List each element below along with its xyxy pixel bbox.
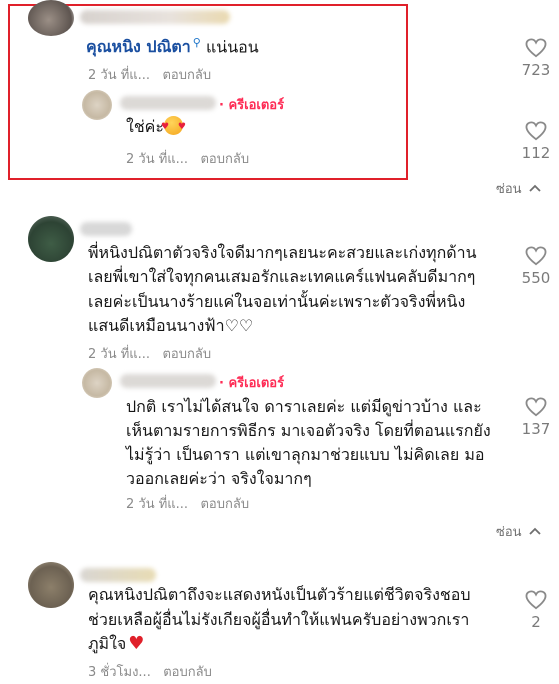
reply-meta: 2 วัน ที่แ... ตอบกลับ (126, 148, 249, 169)
username-blurred (80, 222, 132, 236)
reply-button[interactable]: ตอบกลับ (200, 152, 249, 167)
comment-text-line: ช่วยเหลือผู้อื่นไม่รังเกียจผู้อื่นทำให้แ… (88, 610, 470, 629)
avatar[interactable] (28, 0, 74, 36)
like-heart-icon[interactable] (525, 38, 547, 58)
creator-badge: · ครีเอเตอร์ (219, 376, 285, 391)
comment-text-line: พี่หนิงปณิตาตัวจริงใจดีมากๆเลยนะคะสวยและ… (88, 243, 477, 262)
red-heart-icon: ♥ (128, 633, 145, 654)
like-count: 112 (521, 144, 551, 162)
like-count: 2 (531, 613, 541, 631)
comment-meta: 2 วัน ที่แ... ตอบกลับ (88, 343, 211, 364)
reply-text-line: วออกเลยค่ะว่า จริงใจมากๆ (126, 469, 312, 488)
reply-text: ใช่ค่ะ ♥ ♥ (126, 116, 186, 136)
avatar[interactable] (28, 216, 74, 262)
avatar[interactable] (28, 562, 74, 608)
timestamp: 2 วัน ที่แ... (126, 152, 189, 167)
like-heart-icon[interactable] (525, 397, 547, 417)
reply-text-line: เห็นตามรายการพิธีกร มาเจอตัวจริง โดยที่ต… (126, 421, 491, 440)
username-blurred (80, 568, 156, 582)
like-heart-icon[interactable] (525, 121, 547, 141)
reply-button[interactable]: ตอบกลับ (163, 665, 212, 680)
like-count: 137 (521, 420, 551, 438)
timestamp: 2 วัน ที่แ... (126, 497, 189, 512)
avatar[interactable] (82, 90, 112, 120)
avatar[interactable] (82, 368, 112, 398)
mention-link[interactable]: คุณหนิง ปณิตา ⚲ (86, 36, 201, 56)
reply-text-line: ไม่รู้ว่า เป็นดารา แต่เขาลุกมาช่วยแบบ ไม… (126, 445, 485, 464)
comment-text-line: ภูมิใจ ♥ (88, 633, 145, 654)
timestamp: 3 ชั่วโมง... (88, 665, 151, 680)
comment-text-line: คุณหนิงปณิตาถึงจะแสดงหนังเป็นตัวร้ายแต่ช… (88, 585, 471, 604)
comment-meta: 2 วัน ที่แ... ตอบกลับ (88, 64, 211, 85)
reply-button[interactable]: ตอบกลับ (162, 68, 211, 83)
like-heart-icon[interactable] (525, 590, 547, 610)
reply-text-line: ปกติ เราไม่ได้สนใจ ดาราเลยค่ะ แต่มีดูข่า… (126, 397, 482, 416)
username-blurred (120, 374, 216, 388)
timestamp: 2 วัน ที่แ... (88, 347, 151, 362)
like-count: 723 (521, 61, 551, 79)
like-heart-icon[interactable] (525, 246, 547, 266)
chevron-up-icon (529, 184, 541, 192)
comment-text-line: แสนดีเหมือนนางฟ้า♡♡ (88, 316, 254, 335)
comment-text: คุณหนิง ปณิตา ⚲ แน่นอน (86, 30, 259, 60)
creator-badge: · ครีเอเตอร์ (219, 98, 285, 113)
comment-text-line: เลยค่ะเป็นนางร้ายแค่ในจอเท่านั้นค่ะเพราะ… (88, 292, 466, 311)
chevron-up-icon (529, 527, 541, 535)
smiling-face-with-hearts-icon: ♥ ♥ (161, 116, 186, 135)
like-count: 550 (521, 269, 551, 287)
reply-meta: 2 วัน ที่แ... ตอบกลับ (126, 493, 249, 514)
reply-button[interactable]: ตอบกลับ (200, 497, 249, 512)
reply-button[interactable]: ตอบกลับ (162, 347, 211, 362)
search-icon: ⚲ (192, 36, 201, 49)
timestamp: 2 วัน ที่แ... (88, 68, 151, 83)
username-blurred (120, 96, 216, 110)
hide-replies-button[interactable]: ซ่อน (496, 178, 541, 199)
comment-text-line: เลยพี่เขาใส่ใจทุกคนเสมอรักและเทคแคร์แฟนค… (88, 267, 476, 286)
username-blurred (80, 10, 230, 24)
comment-meta: 3 ชั่วโมง... ตอบกลับ (88, 661, 212, 682)
hide-replies-button[interactable]: ซ่อน (496, 521, 541, 542)
